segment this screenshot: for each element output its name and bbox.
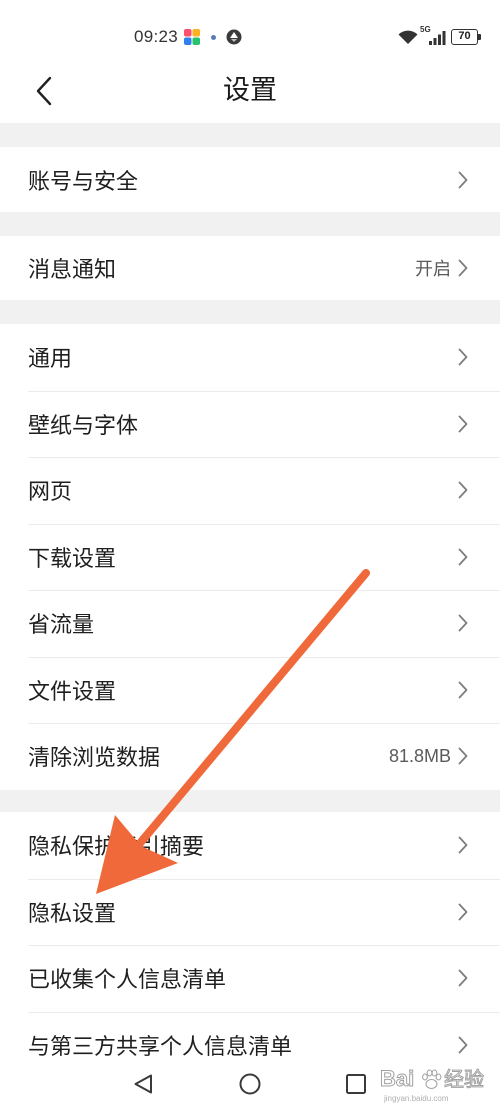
status-bar: 09:23 5G 70 bbox=[0, 0, 500, 60]
row-label: 壁纸与字体 bbox=[28, 413, 139, 439]
wifi-icon bbox=[398, 30, 418, 44]
page-title: 设置 bbox=[223, 75, 277, 106]
paw-icon bbox=[422, 1069, 442, 1089]
settings-row-collected-personal-info[interactable]: 已收集个人信息清单 bbox=[0, 945, 500, 1012]
nav-recents-icon[interactable] bbox=[345, 1073, 367, 1095]
section-separator bbox=[0, 789, 500, 812]
row-label: 隐私设置 bbox=[28, 901, 117, 927]
cellular-signal-icon bbox=[429, 31, 446, 45]
settings-row-wallpaper-font[interactable]: 壁纸与字体 bbox=[0, 390, 500, 457]
row-label: 清除浏览数据 bbox=[28, 746, 161, 772]
settings-row-download-settings[interactable]: 下载设置 bbox=[0, 523, 500, 590]
chevron-right-icon bbox=[458, 415, 468, 433]
settings-row-general[interactable]: 通用 bbox=[0, 324, 500, 391]
chevron-right-icon bbox=[458, 348, 468, 366]
chevron-right-icon bbox=[458, 614, 468, 632]
section-separator bbox=[0, 212, 500, 236]
notification-status-value: 开启 bbox=[415, 259, 451, 280]
row-label: 隐私保护指引摘要 bbox=[28, 835, 205, 861]
watermark: Bai 经验 jingyan.baidu.com bbox=[379, 1066, 495, 1108]
chevron-right-icon bbox=[458, 259, 468, 277]
chevron-right-icon bbox=[458, 836, 468, 854]
row-label: 下载设置 bbox=[28, 546, 117, 572]
nav-back-icon[interactable] bbox=[132, 1073, 154, 1095]
settings-row-privacy-settings[interactable]: 隐私设置 bbox=[0, 878, 500, 945]
chevron-right-icon bbox=[458, 548, 468, 566]
watermark-url: jingyan.baidu.com bbox=[384, 1094, 449, 1103]
settings-row-clear-browsing-data[interactable]: 清除浏览数据 81.8MB bbox=[0, 723, 500, 790]
battery-nub bbox=[478, 34, 481, 40]
row-label: 文件设置 bbox=[28, 679, 117, 705]
watermark-product-text: 经验 bbox=[444, 1067, 485, 1092]
header: 设置 bbox=[0, 60, 500, 123]
settings-row-data-saver[interactable]: 省流量 bbox=[0, 590, 500, 657]
row-label: 与第三方共享个人信息清单 bbox=[28, 1034, 293, 1060]
settings-row-account-security[interactable]: 账号与安全 bbox=[0, 147, 500, 212]
row-label: 省流量 bbox=[28, 613, 95, 639]
nav-home-icon[interactable] bbox=[239, 1073, 261, 1095]
row-label: 网页 bbox=[28, 480, 73, 506]
row-label: 消息通知 bbox=[28, 258, 117, 283]
app-notification-icon bbox=[184, 29, 200, 45]
chevron-right-icon bbox=[458, 171, 468, 188]
chevron-right-icon bbox=[458, 1036, 468, 1054]
settings-row-notifications[interactable]: 消息通知 开启 bbox=[0, 236, 500, 300]
chevron-right-icon bbox=[458, 747, 468, 765]
chevron-right-icon bbox=[458, 903, 468, 921]
chevron-right-icon bbox=[458, 681, 468, 699]
settings-row-privacy-guide-summary[interactable]: 隐私保护指引摘要 bbox=[0, 812, 500, 879]
settings-list: 账号与安全 消息通知 开启 通用 壁纸与字体 网页 下载设置 省流量 文件设置 … bbox=[0, 123, 500, 1078]
section-separator bbox=[0, 123, 500, 147]
settings-row-webpage[interactable]: 网页 bbox=[0, 457, 500, 524]
settings-row-file-settings[interactable]: 文件设置 bbox=[0, 656, 500, 723]
chevron-right-icon bbox=[458, 969, 468, 987]
notification-dot bbox=[211, 35, 216, 40]
chevron-right-icon bbox=[458, 481, 468, 499]
row-label: 账号与安全 bbox=[28, 169, 139, 195]
cache-size-value: 81.8MB bbox=[388, 745, 451, 766]
watermark-logo-text: Bai bbox=[379, 1066, 415, 1092]
app-status-icon bbox=[226, 29, 242, 45]
battery-icon: 70 bbox=[451, 29, 478, 45]
status-time: 09:23 bbox=[134, 27, 179, 46]
row-label: 已收集个人信息清单 bbox=[28, 968, 227, 994]
row-label: 通用 bbox=[28, 347, 73, 373]
section-separator bbox=[0, 300, 500, 324]
